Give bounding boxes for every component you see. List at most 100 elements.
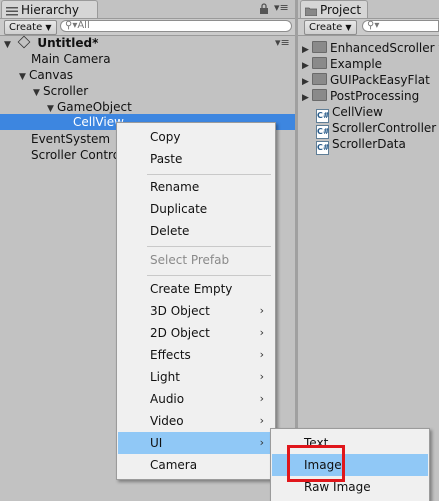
item-label: PostProcessing bbox=[330, 89, 420, 103]
annotation-highlight-box bbox=[287, 445, 345, 482]
menu-item-delete[interactable]: Delete bbox=[118, 220, 274, 242]
menu-label: Delete bbox=[150, 224, 190, 238]
search-icon: ⚲▾ bbox=[65, 20, 78, 31]
folder-icon bbox=[312, 41, 327, 53]
submenu-arrow-icon: › bbox=[259, 304, 264, 317]
project-item-postprocessing[interactable]: ▶ PostProcessing bbox=[302, 88, 419, 104]
hierarchy-item-gameobject[interactable]: ▼ GameObject bbox=[47, 99, 132, 115]
menu-label: 2D Object bbox=[150, 326, 210, 340]
item-label: Main Camera bbox=[31, 52, 111, 66]
hierarchy-tab-label: Hierarchy bbox=[21, 2, 80, 17]
menu-item-duplicate[interactable]: Duplicate bbox=[118, 198, 274, 220]
item-label: Scroller Contro bbox=[31, 148, 121, 162]
expand-arrow-icon[interactable]: ▼ bbox=[19, 69, 29, 85]
project-panel: Project Create ▼ ⚲▾ ▶ EnhancedScroller v … bbox=[298, 0, 439, 500]
menu-item-ui[interactable]: UI › bbox=[118, 432, 274, 454]
menu-label: Paste bbox=[150, 152, 183, 166]
menu-separator bbox=[147, 174, 271, 175]
unity-scene-icon bbox=[17, 35, 31, 49]
hierarchy-item-scroller[interactable]: ▼ Scroller bbox=[33, 83, 88, 99]
lock-icon[interactable] bbox=[259, 3, 269, 17]
menu-item-select-prefab: Select Prefab bbox=[118, 249, 274, 271]
project-item-scrollercontroller-script[interactable]: C# ScrollerController bbox=[316, 120, 437, 139]
hierarchy-item-eventsystem[interactable]: EventSystem bbox=[31, 131, 110, 147]
hierarchy-tab[interactable]: Hierarchy bbox=[1, 0, 98, 18]
folder-icon bbox=[312, 73, 327, 85]
menu-label: Light bbox=[150, 370, 180, 384]
submenu-arrow-icon: › bbox=[259, 392, 264, 405]
menu-item-rename[interactable]: Rename bbox=[118, 176, 274, 198]
csharp-script-icon: C# bbox=[316, 141, 330, 155]
menu-label: Effects bbox=[150, 348, 191, 362]
menu-label: Camera bbox=[150, 458, 198, 472]
create-label: Create bbox=[9, 22, 43, 33]
project-tab[interactable]: Project bbox=[300, 0, 368, 18]
item-label: CellView bbox=[332, 105, 383, 119]
project-item-enhancedscroller[interactable]: ▶ EnhancedScroller v bbox=[302, 40, 439, 56]
menu-item-2d-object[interactable]: 2D Object › bbox=[118, 322, 274, 344]
menu-item-light[interactable]: Light › bbox=[118, 366, 274, 388]
item-label: Example bbox=[330, 57, 383, 71]
hierarchy-create-button[interactable]: Create ▼ bbox=[4, 20, 57, 35]
menu-label: Raw Image bbox=[304, 480, 371, 494]
menu-label: UI bbox=[150, 436, 163, 450]
dropdown-caret-icon: ▼ bbox=[45, 23, 52, 32]
project-item-guipack[interactable]: ▶ GUIPackEasyFlat bbox=[302, 72, 430, 88]
menu-label: Rename bbox=[150, 180, 200, 194]
menu-item-copy[interactable]: Copy bbox=[118, 126, 274, 148]
menu-separator bbox=[147, 275, 271, 276]
item-label: GameObject bbox=[57, 100, 132, 114]
project-item-example[interactable]: ▶ Example bbox=[302, 56, 382, 72]
menu-separator bbox=[147, 246, 271, 247]
menu-item-audio[interactable]: Audio › bbox=[118, 388, 274, 410]
expand-arrow-icon[interactable]: ▼ bbox=[33, 85, 43, 101]
project-tab-label: Project bbox=[320, 2, 362, 17]
collapse-arrow-icon[interactable]: ▶ bbox=[302, 90, 312, 106]
menu-label: Duplicate bbox=[150, 202, 208, 216]
project-create-button[interactable]: Create ▼ bbox=[304, 20, 357, 35]
project-search-input[interactable]: ⚲▾ bbox=[362, 20, 439, 32]
item-label: EnhancedScroller v bbox=[330, 41, 439, 55]
project-item-cellview-script[interactable]: C# CellView bbox=[316, 104, 383, 123]
menu-item-video[interactable]: Video › bbox=[118, 410, 274, 432]
submenu-arrow-icon: › bbox=[259, 370, 264, 383]
item-label: GUIPackEasyFlat bbox=[330, 73, 430, 87]
folder-icon bbox=[304, 5, 318, 16]
submenu-arrow-icon: › bbox=[259, 436, 264, 449]
hierarchy-item-scroller-controller[interactable]: Scroller Contro bbox=[31, 147, 120, 163]
dropdown-caret-icon: ▼ bbox=[345, 23, 352, 32]
panel-menu-icon[interactable]: ▾≡ bbox=[274, 1, 289, 14]
menu-item-paste[interactable]: Paste bbox=[118, 148, 274, 170]
submenu-arrow-icon: › bbox=[259, 348, 264, 361]
item-label: ScrollerController bbox=[332, 121, 437, 135]
item-label: Scroller bbox=[43, 84, 89, 98]
scene-name: Untitled* bbox=[37, 36, 99, 50]
hierarchy-item-main-camera[interactable]: Main Camera bbox=[31, 51, 111, 67]
menu-label: 3D Object bbox=[150, 304, 210, 318]
project-item-scrollerdata-script[interactable]: C# ScrollerData bbox=[316, 136, 406, 155]
menu-label: Create Empty bbox=[150, 282, 233, 296]
search-placeholder: All bbox=[77, 20, 90, 31]
hierarchy-search-input[interactable]: ⚲▾All bbox=[60, 20, 292, 32]
submenu-arrow-icon: › bbox=[259, 414, 264, 427]
list-icon bbox=[6, 5, 18, 15]
hierarchy-item-canvas[interactable]: ▼ Canvas bbox=[19, 67, 73, 83]
menu-item-3d-object[interactable]: 3D Object › bbox=[118, 300, 274, 322]
menu-label: Video bbox=[150, 414, 184, 428]
folder-icon bbox=[312, 89, 327, 101]
item-label: Canvas bbox=[29, 68, 74, 82]
item-label: EventSystem bbox=[31, 132, 111, 146]
menu-label: Copy bbox=[150, 130, 181, 144]
menu-item-camera[interactable]: Camera bbox=[118, 454, 274, 476]
create-label: Create bbox=[309, 22, 343, 33]
item-label: ScrollerData bbox=[332, 137, 406, 151]
menu-item-effects[interactable]: Effects › bbox=[118, 344, 274, 366]
project-toolbar: Create ▼ ⚲▾ bbox=[298, 18, 439, 36]
scene-row[interactable]: ▼ Untitled* bbox=[4, 35, 98, 51]
menu-item-create-empty[interactable]: Create Empty bbox=[118, 278, 274, 300]
expand-arrow-icon[interactable]: ▼ bbox=[4, 37, 14, 53]
scene-menu-icon[interactable]: ▾≡ bbox=[275, 36, 290, 49]
search-icon: ⚲▾ bbox=[367, 20, 380, 31]
menu-label: Select Prefab bbox=[150, 253, 230, 267]
submenu-arrow-icon: › bbox=[259, 326, 264, 339]
